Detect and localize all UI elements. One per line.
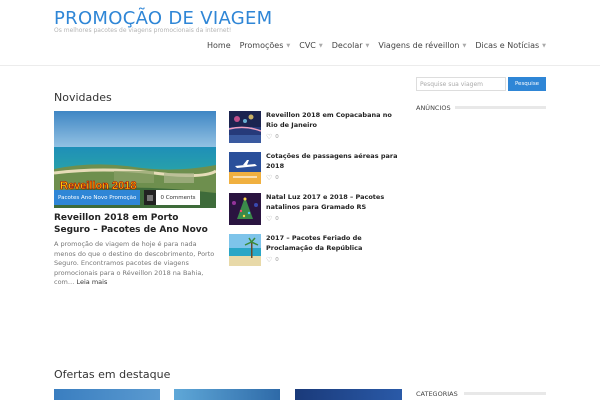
site-header: PROMOÇÃO DE VIAGEM Os melhores pacotes d… [0, 0, 600, 66]
list-item: Natal Luz 2017 e 2018 – Pacotes natalino… [229, 193, 399, 234]
read-more-link[interactable]: Leia mais [76, 278, 107, 286]
featured-post-title[interactable]: Reveillon 2018 em Porto Seguro – Pacotes… [54, 212, 216, 236]
nav-item-label: Promoções [239, 41, 284, 50]
tropical-beach-image [229, 234, 261, 266]
post-likes[interactable]: ♡ 0 [266, 133, 279, 141]
post-likes[interactable]: ♡ 0 [266, 174, 279, 182]
post-likes[interactable]: ♡ 0 [266, 215, 279, 223]
heart-icon: ♡ [266, 133, 273, 141]
main-nav: Home Promoções ▼ CVC ▼ Decolar ▼ Viagens de… [198, 41, 546, 50]
categories-widget-title: CATEGORIAS [416, 390, 458, 398]
nav-item-dicas-noticias[interactable]: Dicas e Notícias ▼ [475, 41, 546, 50]
comments-icon [144, 190, 156, 205]
nav-item-label: Decolar [331, 41, 363, 50]
fireworks-beach-image [229, 111, 261, 143]
ads-widget-title: ANÚNCIOS [416, 104, 451, 112]
nav-item-home[interactable]: Home [207, 41, 231, 50]
nav-item-label: Viagens de réveillon [378, 41, 460, 50]
featured-post-excerpt: A promoção de viagem de hoje é para nada… [54, 240, 216, 288]
post-thumbnail[interactable] [229, 234, 261, 266]
likes-count: 0 [275, 134, 279, 140]
post-title[interactable]: Reveillon 2018 em Copacabana no Rio de J… [266, 111, 401, 130]
nav-item-label: Home [206, 41, 231, 50]
nav-item-viagens-reveillon[interactable]: Viagens de réveillon ▼ [378, 41, 466, 50]
chevron-down-icon: ▼ [365, 42, 370, 49]
categories-widget-divider [464, 392, 546, 395]
nav-item-promocoes[interactable]: Promoções ▼ [240, 41, 291, 50]
comments-count[interactable]: 0 Comments [156, 190, 200, 205]
offer-image[interactable] [174, 389, 280, 400]
site-title[interactable]: PROMOÇÃO DE VIAGEM [54, 8, 273, 29]
offer-image[interactable] [295, 389, 402, 400]
offers-section-title: Ofertas em destaque [54, 368, 171, 381]
airplane-sky-image [229, 152, 261, 184]
heart-icon: ♡ [266, 174, 273, 182]
chevron-down-icon: ▼ [286, 42, 291, 49]
site-tagline: Os melhores pacotes de viagens promocion… [54, 27, 232, 34]
nav-item-decolar[interactable]: Decolar ▼ [332, 41, 370, 50]
nav-item-label: Dicas e Notícias [475, 41, 540, 50]
post-thumbnail[interactable] [229, 193, 261, 225]
post-likes[interactable]: ♡ 0 [266, 256, 279, 264]
post-title[interactable]: 2017 – Pacotes Feriado de Proclamação da… [266, 234, 401, 253]
heart-icon: ♡ [266, 215, 273, 223]
post-thumbnail[interactable] [229, 111, 261, 143]
nav-item-label: CVC [299, 41, 316, 50]
featured-post-tag[interactable]: Pacotes Ano Novo Promoção [54, 190, 141, 205]
chevron-down-icon: ▼ [542, 42, 546, 49]
post-title[interactable]: Natal Luz 2017 e 2018 – Pacotes natalino… [266, 193, 401, 212]
list-item: 2017 – Pacotes Feriado de Proclamação da… [229, 234, 399, 275]
search-input[interactable]: Pesquise sua viagem [416, 77, 506, 91]
likes-count: 0 [275, 216, 279, 222]
ads-widget-divider [455, 106, 546, 109]
news-section-title: Novidades [54, 91, 112, 104]
search-button[interactable]: Pesquise [508, 77, 546, 91]
offer-image[interactable] [54, 389, 160, 400]
chevron-down-icon: ▼ [318, 42, 323, 49]
nav-item-cvc[interactable]: CVC ▼ [299, 41, 323, 50]
likes-count: 0 [275, 175, 279, 181]
chevron-down-icon: ▼ [462, 42, 467, 49]
list-item: Cotações de passagens aéreas para 2018 ♡… [229, 152, 399, 193]
news-list: Reveillon 2018 em Copacabana no Rio de J… [229, 111, 399, 275]
list-item: Reveillon 2018 em Copacabana no Rio de J… [229, 111, 399, 152]
post-title[interactable]: Cotações de passagens aéreas para 2018 [266, 152, 401, 171]
heart-icon: ♡ [266, 256, 273, 264]
likes-count: 0 [275, 257, 279, 263]
christmas-lights-image [229, 193, 261, 225]
post-thumbnail[interactable] [229, 152, 261, 184]
